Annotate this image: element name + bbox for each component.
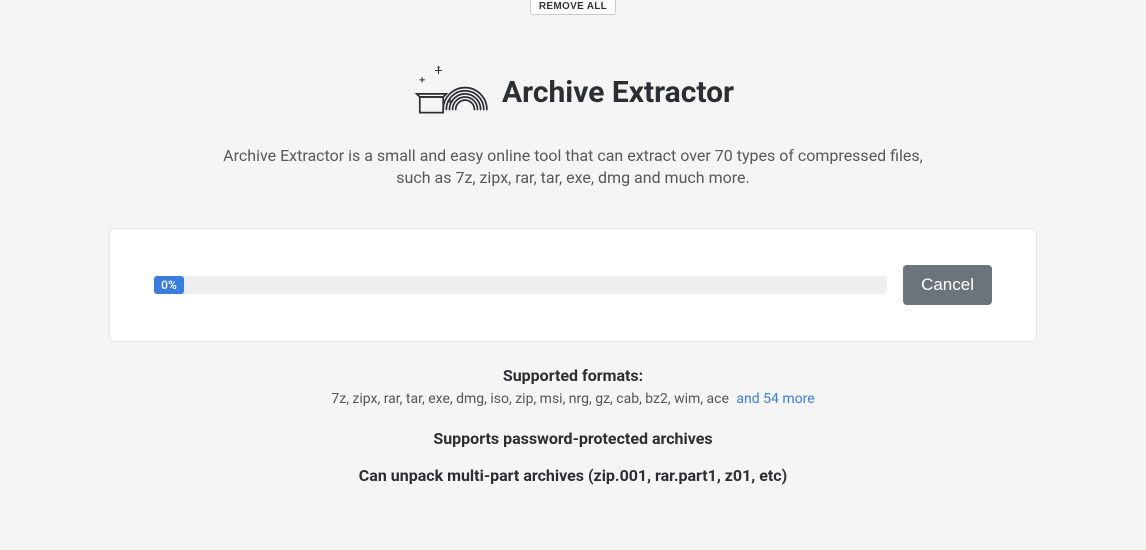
logo-rainbow-box-icon: [412, 61, 490, 123]
supported-formats-list: 7z, zipx, rar, tar, exe, dmg, iso, zip, …: [331, 391, 729, 407]
feature-password-protected: Supports password-protected archives: [0, 429, 1146, 448]
page-title: Archive Extractor: [502, 75, 734, 110]
cancel-button[interactable]: Cancel: [903, 265, 992, 305]
remove-all-button[interactable]: REMOVE ALL: [530, 0, 616, 15]
supported-formats-heading: Supported formats:: [0, 366, 1146, 385]
feature-multipart: Can unpack multi-part archives (zip.001,…: [0, 466, 1146, 485]
and-more-link[interactable]: and 54 more: [736, 391, 814, 407]
progress-panel: 0% Cancel: [109, 228, 1037, 342]
page-subtitle: Archive Extractor is a small and easy on…: [213, 145, 933, 188]
progress-percent-label: 0%: [154, 276, 184, 294]
progress-bar: 0%: [154, 276, 887, 294]
